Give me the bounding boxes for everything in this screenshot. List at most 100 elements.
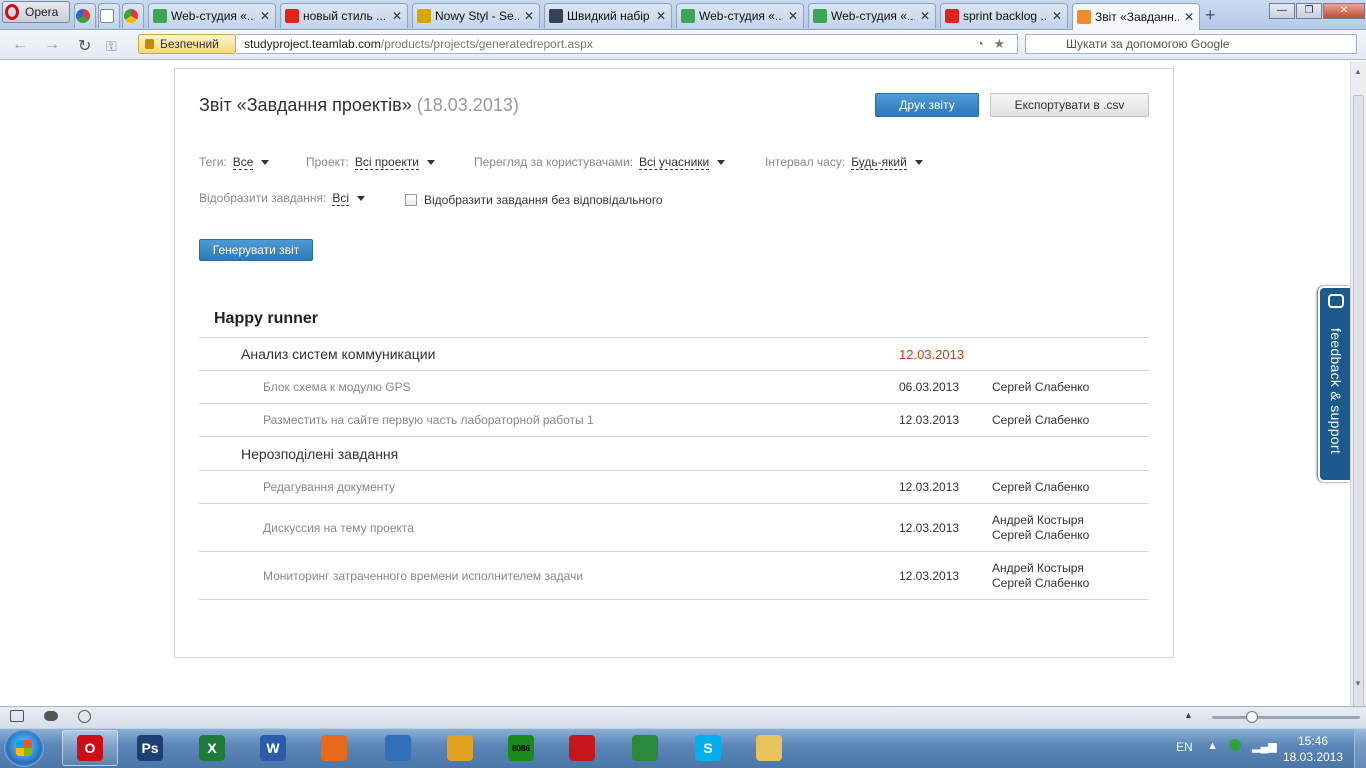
word-app[interactable]: W xyxy=(245,730,301,766)
photoshop-app[interactable]: Ps xyxy=(122,730,178,766)
key-icon[interactable]: ⚿ xyxy=(106,38,117,55)
filter-tags-value[interactable]: Все xyxy=(232,155,254,170)
browser-tab[interactable]: новый стиль ... ✕ xyxy=(280,3,408,28)
browser-tab[interactable]: Web-студия «... ✕ xyxy=(148,3,276,28)
extension-tab[interactable] xyxy=(122,3,144,28)
responsible-people: Сергей Слабенко xyxy=(992,371,1089,403)
new-tab-icon[interactable]: + xyxy=(1205,5,1223,26)
close-tab-icon[interactable]: ✕ xyxy=(259,9,271,23)
zoom-slider[interactable] xyxy=(1212,716,1360,719)
emulator-app[interactable]: 8086 xyxy=(493,730,549,766)
signal-bars-icon[interactable]: ▂▄▆ xyxy=(1252,740,1277,753)
browser-tab[interactable]: Nowy Styl - Se... ✕ xyxy=(412,3,540,28)
chevron-down-icon[interactable] xyxy=(717,160,726,166)
explorer-app[interactable] xyxy=(741,730,797,766)
browser-tab[interactable]: Web-студия «... ✕ xyxy=(808,3,936,28)
speed-dial-tab[interactable] xyxy=(74,3,96,28)
report-table: Анализ систем коммуникации 12.03.2013 Блок… xyxy=(199,337,1149,600)
chevron-down-icon[interactable] xyxy=(914,160,923,166)
start-button[interactable] xyxy=(4,729,44,767)
tab-favicon-icon xyxy=(681,9,695,23)
close-window-icon[interactable]: ✕ xyxy=(1323,3,1365,19)
responsible-people: Андрей Костыря Сергей Слабенко xyxy=(992,552,1089,599)
browser-tab[interactable]: sprint backlog ... ✕ xyxy=(940,3,1068,28)
responsible-person: Сергей Слабенко xyxy=(992,379,1090,394)
blank-tab[interactable] xyxy=(98,3,120,28)
close-tab-icon[interactable]: ✕ xyxy=(391,9,403,23)
close-tab-icon[interactable]: ✕ xyxy=(787,9,799,23)
opera-unite-icon[interactable] xyxy=(44,711,58,721)
filter-show-tasks-value[interactable]: Всі xyxy=(332,191,350,206)
close-tab-icon[interactable]: ✕ xyxy=(919,9,931,23)
panel-toggle-icon[interactable] xyxy=(10,710,24,722)
milestone-name: Анализ систем коммуникации xyxy=(241,346,436,362)
system-clock[interactable]: 15:46 18.03.2013 xyxy=(1278,733,1348,765)
task-name: Разместить на сайте первую часть лаборат… xyxy=(263,413,594,427)
generate-report-button[interactable]: Генерувати звіт xyxy=(199,239,313,261)
due-date: 12.03.2013 xyxy=(899,480,960,494)
acrobat-app[interactable] xyxy=(554,730,610,766)
back-icon[interactable]: ← xyxy=(12,36,28,54)
due-date: 12.03.2013 xyxy=(899,413,960,427)
tray-expand-icon[interactable]: ▲ xyxy=(1207,740,1218,752)
filter-interval-value[interactable]: Будь-який xyxy=(851,155,907,170)
explorer-icon xyxy=(756,735,782,761)
opera-app[interactable]: O xyxy=(62,730,118,766)
export-csv-button[interactable]: Експортувати в .csv xyxy=(990,93,1149,117)
excel-app[interactable]: X xyxy=(184,730,240,766)
vertical-scrollbar[interactable]: ▲ ▼ xyxy=(1350,61,1366,749)
language-indicator[interactable]: EN xyxy=(1176,740,1193,754)
url-field[interactable]: studyproject.teamlab.com/products/projec… xyxy=(236,34,1018,54)
minimize-window-icon[interactable]: — xyxy=(1269,3,1295,19)
turbo-icon[interactable] xyxy=(78,710,91,723)
security-badge[interactable]: Безпечний xyxy=(138,34,236,54)
browser-tab[interactable]: Звіт «Завданн... ✕ xyxy=(1072,3,1200,30)
blank-page-icon xyxy=(100,9,114,23)
scroll-thumb[interactable] xyxy=(1353,95,1364,749)
chevron-down-icon[interactable] xyxy=(357,196,366,202)
view-options-icon[interactable]: ▲ xyxy=(1184,710,1193,720)
tab-title: Web-студия «... xyxy=(171,9,255,23)
report-title: Звіт «Завдання проектів» xyxy=(199,95,412,115)
close-tab-icon[interactable]: ✕ xyxy=(655,9,667,23)
scroll-down-icon[interactable]: ▼ xyxy=(1354,679,1362,688)
speed-dial-icon xyxy=(76,9,90,23)
filter-project-value[interactable]: Всі проекти xyxy=(354,155,419,170)
network-status-icon[interactable] xyxy=(1229,739,1241,751)
qip-app[interactable] xyxy=(370,730,426,766)
scroll-up-icon[interactable]: ▲ xyxy=(1354,67,1362,76)
close-tab-icon[interactable]: ✕ xyxy=(523,9,535,23)
responsible-people: Сергей Слабенко xyxy=(992,471,1089,503)
skype-app[interactable]: S xyxy=(680,730,736,766)
close-tab-icon[interactable]: ✕ xyxy=(1183,10,1195,24)
rss-icon[interactable]: ◔ xyxy=(976,36,984,51)
forward-icon[interactable]: → xyxy=(44,36,60,54)
tab-favicon-icon xyxy=(945,9,959,23)
milestone-name: Нерозподілені завдання xyxy=(241,445,399,462)
winamp-app[interactable] xyxy=(432,730,488,766)
browser-tab[interactable]: Web-студия «... ✕ xyxy=(676,3,804,28)
chevron-down-icon[interactable] xyxy=(261,160,270,166)
search-input[interactable]: Шукати за допомогою Google xyxy=(1025,34,1357,54)
close-tab-icon[interactable]: ✕ xyxy=(1051,9,1063,23)
chrome-app[interactable] xyxy=(617,730,673,766)
opera-menu-button[interactable]: Opera xyxy=(2,1,70,23)
bookmark-star-icon[interactable]: ★ xyxy=(993,36,1005,51)
print-report-button[interactable]: Друк звіту xyxy=(875,93,979,117)
zoom-slider-knob[interactable] xyxy=(1246,711,1258,723)
clock-time: 15:46 xyxy=(1297,734,1329,748)
restore-window-icon[interactable]: ❐ xyxy=(1296,3,1322,19)
chrome-icon xyxy=(632,735,658,761)
task-row: Дискуссия на тему проекта 12.03.2013 Андре… xyxy=(199,504,1149,552)
unassigned-checkbox[interactable] xyxy=(405,194,417,206)
feedback-tab[interactable]: feedback & support xyxy=(1318,286,1350,482)
unassigned-tasks-option[interactable]: Відобразити завдання без відповідального xyxy=(405,193,663,207)
reload-icon[interactable]: ↻ xyxy=(78,36,91,56)
show-desktop-button[interactable] xyxy=(1354,729,1366,768)
firefox-app[interactable] xyxy=(306,730,362,766)
emulator-icon: 8086 xyxy=(508,735,534,761)
filter-users-value[interactable]: Всі учасники xyxy=(639,155,710,170)
chevron-down-icon[interactable] xyxy=(426,160,435,166)
browser-tab[interactable]: Швидкий набір ✕ xyxy=(544,3,672,28)
task-row: Разместить на сайте первую часть лаборат… xyxy=(199,404,1149,437)
